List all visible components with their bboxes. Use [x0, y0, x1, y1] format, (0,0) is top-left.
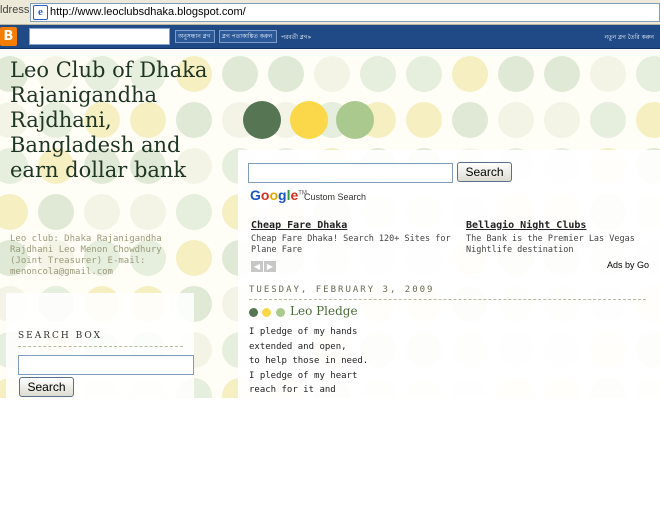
google-search-input[interactable] [248, 163, 453, 183]
background-dot [452, 56, 488, 92]
background-dot [406, 56, 442, 92]
background-dot [406, 102, 442, 138]
navbar-search-input[interactable] [29, 28, 170, 45]
post-body: I pledge of my hands extended and open, … [249, 325, 379, 398]
background-dot [636, 102, 660, 138]
address-field[interactable]: e http://www.leoclubsdhaka.blogspot.com/ [30, 3, 660, 22]
header-dot-dark [243, 101, 281, 139]
header-dot-yellow [290, 101, 328, 139]
background-dot [590, 56, 626, 92]
post-date-header: TUESDAY, FEBRUARY 3, 2009 [249, 285, 435, 295]
blog-page: Leo Club of Dhaka Rajanigandha Rajdhani,… [0, 50, 660, 398]
sidebar-divider [18, 346, 183, 347]
post-title[interactable]: Leo Pledge [290, 304, 358, 318]
navbar-flag-blog-button[interactable]: ব্লগ পতাকাঙ্কিত করুন [219, 30, 277, 43]
navbar-create-blog-link[interactable]: নতুন ব্লগ তৈরি করুন [605, 32, 654, 43]
background-dot [498, 102, 534, 138]
background-dot [544, 102, 580, 138]
ad-prev-arrow-icon[interactable]: ◀ [251, 261, 263, 272]
google-logo: GoogleTM [250, 187, 307, 203]
blogger-logo-icon[interactable]: B [0, 27, 17, 46]
ie-page-icon: e [33, 5, 48, 20]
background-dot [452, 102, 488, 138]
background-dot [590, 102, 626, 138]
background-dot [84, 194, 120, 230]
browser-address-bar: ldress e http://www.leoclubsdhaka.blogsp… [0, 0, 660, 25]
post-dot-dark [249, 308, 258, 317]
ad-text[interactable]: Cheap Fare Dhaka! Search 120+ Sites for … [251, 234, 456, 256]
post-line: I pledge of my heart [249, 370, 358, 381]
address-label: ldress [0, 4, 30, 16]
post-line: extended and open, [249, 341, 347, 352]
background-dot [0, 194, 28, 230]
background-dot [544, 56, 580, 92]
date-divider [249, 299, 646, 300]
post-line: I pledge of my hands [249, 327, 358, 337]
background-dot [498, 56, 534, 92]
background-dot [130, 194, 166, 230]
sidebar-search-heading: SEARCH BOX [18, 331, 103, 341]
background-dot [222, 56, 258, 92]
ad-next-arrow-icon[interactable]: ▶ [264, 261, 276, 272]
background-dot [268, 56, 304, 92]
sidebar-search-input[interactable] [18, 355, 194, 375]
blogger-navbar: B অনুসন্ধান ব্লগ ব্লগ পতাকাঙ্কিত করুন পর… [0, 25, 660, 49]
navbar-next-blog-link[interactable]: পরবর্তী ব্লগ» [281, 32, 311, 43]
background-dot [176, 194, 212, 230]
blog-title[interactable]: Leo Club of Dhaka Rajanigandha Rajdhani,… [10, 58, 210, 183]
ad-title-link[interactable]: Bellagio Night Clubs [466, 220, 586, 231]
navbar-search-blog-button[interactable]: অনুসন্ধান ব্লগ [175, 30, 215, 43]
background-dot [314, 56, 350, 92]
post-line: reach for it and [249, 385, 336, 395]
post-dot-light [276, 308, 285, 317]
post-dot-yellow [262, 308, 271, 317]
sidebar-search-button[interactable]: Search [19, 377, 74, 397]
background-dot [360, 56, 396, 92]
address-url[interactable]: http://www.leoclubsdhaka.blogspot.com/ [50, 6, 246, 18]
ad-text[interactable]: The Bank is the Premier Las Vegas Nightl… [466, 234, 660, 256]
ad-title-link[interactable]: Cheap Fare Dhaka [251, 220, 347, 231]
header-dot-light [336, 101, 374, 139]
custom-search-label: Custom Search [304, 192, 367, 202]
background-dot [636, 56, 660, 92]
blog-description: Leo club: Dhaka Rajanigandha Rajdhani Le… [10, 234, 162, 277]
google-search-button[interactable]: Search [457, 162, 512, 182]
background-dot [38, 194, 74, 230]
ads-by-google-link[interactable]: Ads by Go [607, 260, 649, 270]
post-line: to help those in need. [249, 356, 369, 366]
